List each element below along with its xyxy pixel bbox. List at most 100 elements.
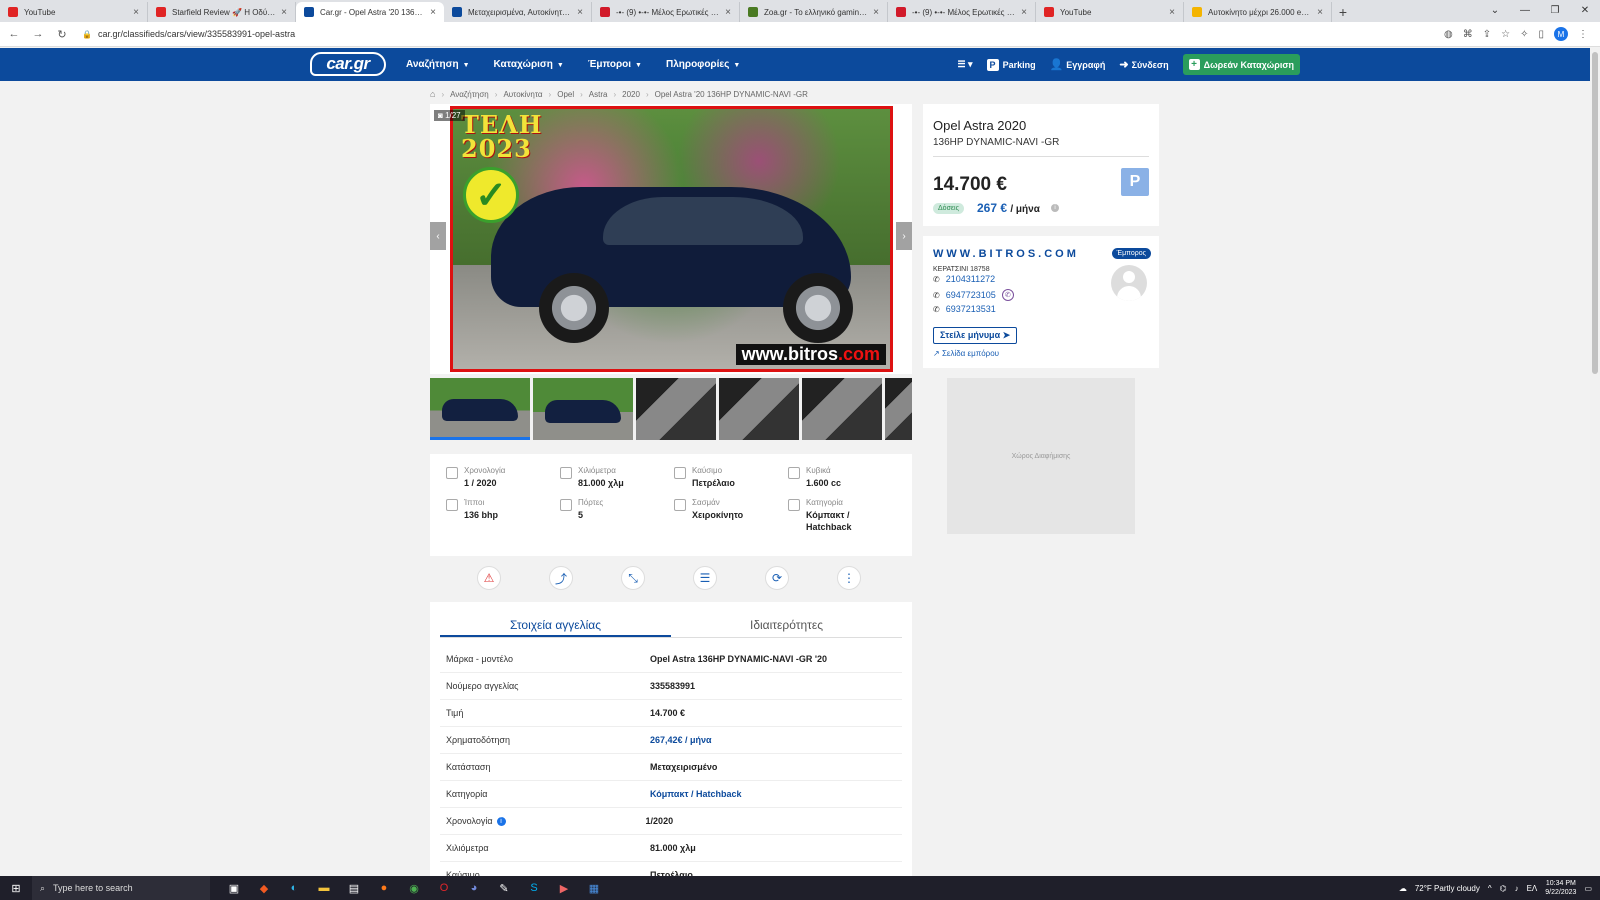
browser-tab[interactable]: Starfield Review 🚀 Η Οδύσσεια × xyxy=(148,2,296,22)
send-message-button[interactable]: Στείλε μήνυμα ➤ xyxy=(933,327,1018,344)
photo-thumbnail[interactable] xyxy=(885,378,912,440)
site-logo[interactable]: car.gr xyxy=(310,52,386,76)
url-field[interactable]: 🔒 car.gr/classifieds/cars/view/335583991… xyxy=(82,25,1444,44)
browser-tab[interactable]: Αυτοκίνητο μέχρι 26.000 euro σ × xyxy=(1184,2,1332,22)
breadcrumb-item[interactable]: Αυτοκίνητα xyxy=(503,90,542,99)
nav-info[interactable]: Πληροφορίες ▼ xyxy=(666,59,740,70)
close-tab-icon[interactable]: × xyxy=(725,7,731,18)
tray-chevron-icon[interactable]: ^ xyxy=(1488,884,1492,893)
puzzle-icon[interactable]: ✧ xyxy=(1520,29,1528,40)
close-tab-icon[interactable]: × xyxy=(577,7,583,18)
share-icon[interactable]: ⤴ xyxy=(549,566,573,590)
sidepanel-icon[interactable]: ▯ xyxy=(1538,29,1544,40)
report-icon[interactable]: ⚠ xyxy=(477,566,501,590)
breadcrumb-item[interactable]: 2020 xyxy=(622,90,640,99)
breadcrumb-item[interactable]: Opel xyxy=(557,90,574,99)
detail-value[interactable]: 267,42€ / μήνα xyxy=(650,735,712,745)
home-icon[interactable]: ⌂ xyxy=(430,89,435,99)
tab-listing-info[interactable]: Στοιχεία αγγελίας xyxy=(440,610,671,637)
chrome-menu-icon[interactable]: ⋮ xyxy=(1578,29,1588,40)
phone-link[interactable]: ✆ 6947723105 ✆ xyxy=(933,289,1014,301)
main-photo[interactable]: ΤΕΛΗ 2023 ✓ www.bitros.com xyxy=(450,106,893,372)
brave-icon[interactable]: ◆ xyxy=(256,882,272,895)
info-icon[interactable]: i xyxy=(1051,204,1059,212)
close-tab-icon[interactable]: × xyxy=(873,7,879,18)
previous-photo-button[interactable]: ‹ xyxy=(430,222,446,250)
parking-save-button[interactable]: P xyxy=(1121,168,1149,196)
list-icon[interactable]: ☰ xyxy=(693,566,717,590)
sync-icon[interactable]: ⟳ xyxy=(765,566,789,590)
close-tab-icon[interactable]: × xyxy=(133,7,139,18)
nav-listing[interactable]: Καταχώριση ▼ xyxy=(494,59,564,70)
skype-icon[interactable]: S xyxy=(526,882,542,895)
close-tab-icon[interactable]: × xyxy=(1317,7,1323,18)
notifications-icon[interactable]: ▭ xyxy=(1584,884,1592,893)
back-icon[interactable]: ← xyxy=(4,28,24,40)
detail-value[interactable]: Κόμπακτ / Hatchback xyxy=(650,789,742,799)
page-scrollbar[interactable] xyxy=(1590,48,1600,876)
calendar-app-icon[interactable]: ▦ xyxy=(586,882,602,895)
language-indicator[interactable]: ΕΛ xyxy=(1527,884,1538,893)
reload-icon[interactable]: ↻ xyxy=(52,28,72,41)
store-icon[interactable]: ▤ xyxy=(346,882,362,895)
tab-features[interactable]: Ιδιαιτερότητες xyxy=(671,610,902,637)
dealer-name[interactable]: WWW.BITROS.COM xyxy=(933,248,1079,260)
viber-icon[interactable]: ✆ xyxy=(1001,289,1014,301)
tab-search-icon[interactable]: ⌄ xyxy=(1480,0,1510,20)
minimize-icon[interactable]: — xyxy=(1510,0,1540,20)
scrollbar-thumb[interactable] xyxy=(1592,52,1598,374)
nav-dealers[interactable]: Έμποροι ▼ xyxy=(588,59,642,70)
browser-tab[interactable]: YouTube × xyxy=(1036,2,1184,22)
photo-thumbnail[interactable] xyxy=(719,378,799,440)
register-link[interactable]: 👤 Εγγραφή xyxy=(1050,58,1106,71)
bookmark-star-icon[interactable]: ☆ xyxy=(1501,29,1510,40)
breadcrumb-item[interactable]: Αναζήτηση xyxy=(450,90,489,99)
file-explorer-icon[interactable]: ▬ xyxy=(316,882,332,895)
breadcrumb-item[interactable]: Astra xyxy=(589,90,608,99)
close-tab-icon[interactable]: × xyxy=(430,7,436,18)
dealer-page-link[interactable]: ↗ Σελίδα εμπόρου xyxy=(933,349,999,358)
network-icon[interactable]: ⌬ xyxy=(1500,884,1507,893)
close-window-icon[interactable]: ✕ xyxy=(1570,0,1600,20)
photo-thumbnail[interactable] xyxy=(636,378,716,440)
phone-link[interactable]: ✆ 2104311272 xyxy=(933,274,995,284)
browser-tab[interactable]: -•- (9) •-•- Μέλος Ερωτικές γυν × xyxy=(888,2,1036,22)
notes-icon[interactable]: ✎ xyxy=(496,882,512,895)
edge-icon[interactable]: ◐ xyxy=(286,882,302,895)
nav-search[interactable]: Αναζήτηση ▼ xyxy=(406,59,470,70)
monthly-payment-link[interactable]: 267 € / μήνα xyxy=(977,201,1040,215)
weather-text[interactable]: 72°F Partly cloudy xyxy=(1415,884,1480,893)
phone-link[interactable]: ✆ 6937213531 xyxy=(933,304,996,314)
forward-icon[interactable]: → xyxy=(28,28,48,40)
browser-tab[interactable]: YouTube × xyxy=(0,2,148,22)
discord-icon[interactable]: ◕ xyxy=(466,882,482,895)
media-app-icon[interactable]: ▶ xyxy=(556,882,572,895)
parking-link[interactable]: P Parking xyxy=(986,58,1036,71)
taskbar-search[interactable]: ⌕ Type here to search xyxy=(32,876,210,900)
translate-icon[interactable]: ⌘ xyxy=(1463,29,1473,40)
free-listing-button[interactable]: + Δωρεάν Καταχώριση xyxy=(1182,54,1300,75)
close-tab-icon[interactable]: × xyxy=(281,7,287,18)
compare-icon[interactable]: ⤡ xyxy=(621,566,645,590)
next-photo-button[interactable]: › xyxy=(896,222,912,250)
volume-icon[interactable]: ♪ xyxy=(1515,884,1519,893)
filters-menu-icon[interactable]: ☰ ▾ xyxy=(957,59,972,70)
opera-icon[interactable]: O xyxy=(436,882,452,895)
share-page-icon[interactable]: ⇪ xyxy=(1483,29,1491,40)
browser-tab[interactable]: Zoa.gr - Το ελληνικό gaming net × xyxy=(740,2,888,22)
weather-icon[interactable]: ☁ xyxy=(1399,884,1407,893)
new-tab-button[interactable]: + xyxy=(1332,2,1354,22)
extension-icon[interactable]: ◍ xyxy=(1444,29,1453,40)
chrome-icon[interactable]: ◉ xyxy=(406,882,422,895)
info-icon[interactable]: i xyxy=(496,816,506,826)
close-tab-icon[interactable]: × xyxy=(1021,7,1027,18)
restore-icon[interactable]: ❐ xyxy=(1540,0,1570,20)
profile-avatar[interactable]: M xyxy=(1554,27,1568,41)
windows-start-icon[interactable]: ⊞ xyxy=(0,882,32,895)
firefox-icon[interactable]: ● xyxy=(376,882,392,895)
browser-tab[interactable]: -•- (9) •-•- Μέλος Ερωτικές γυν × xyxy=(592,2,740,22)
login-link[interactable]: ➜ Σύνδεση xyxy=(1119,58,1168,71)
photo-thumbnail[interactable] xyxy=(533,378,633,440)
photo-thumbnail[interactable] xyxy=(430,378,530,440)
task-view-icon[interactable]: ▣ xyxy=(226,882,242,895)
